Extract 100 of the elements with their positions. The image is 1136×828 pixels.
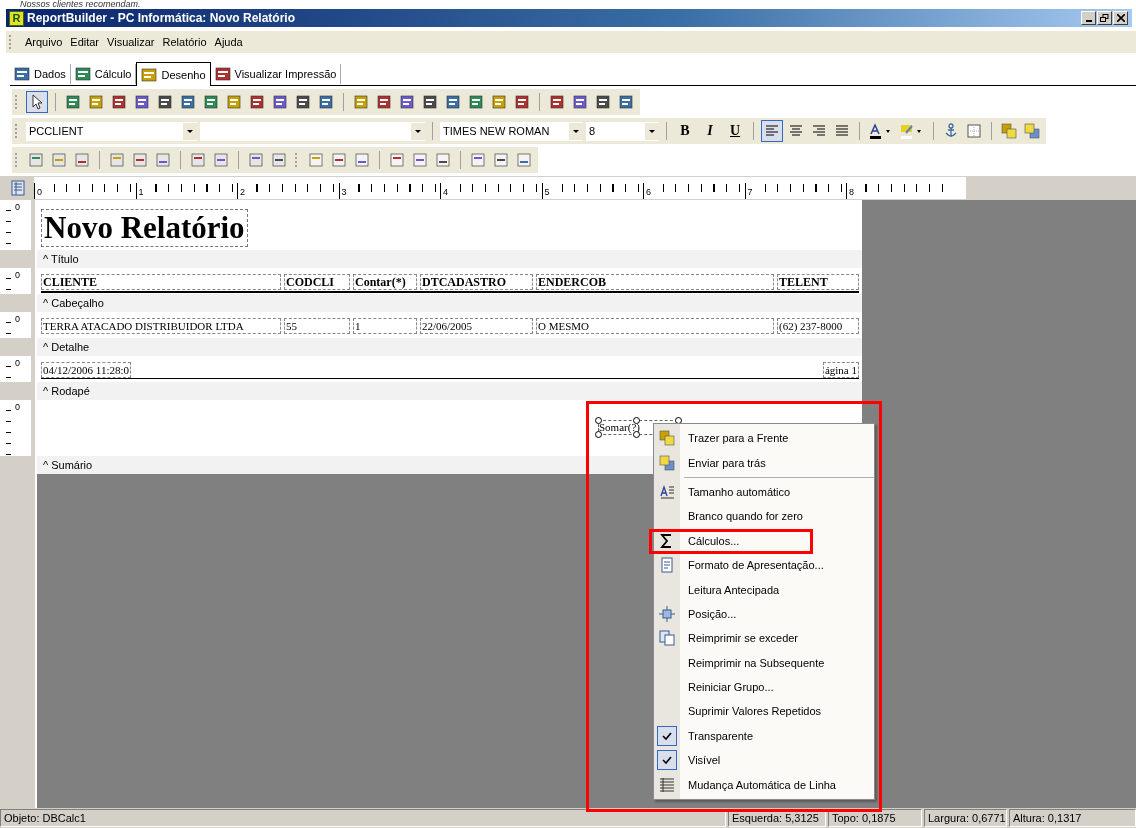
toolbar-icon[interactable] [248,152,264,168]
justify-icon[interactable] [834,123,850,139]
context-menu-item[interactable]: Formato de Apresentação... [654,552,874,578]
toolbar-icon[interactable] [203,94,219,110]
toolbar-icon[interactable] [354,152,370,168]
toolbar-icon[interactable] [271,152,287,168]
context-menu-item[interactable]: Visível [654,748,874,773]
band-label[interactable]: ^ Detalhe [37,338,862,356]
column-label[interactable]: Contar(*) [353,274,417,290]
minimize-button[interactable] [1081,11,1096,25]
bold-button[interactable]: B [674,120,696,142]
toolbar-icon[interactable] [549,94,565,110]
menu-item[interactable]: Visualizar [107,35,155,49]
field-value[interactable]: 22/06/2005 [420,318,533,334]
toolbar-icon[interactable] [318,94,334,110]
component-dropdown[interactable]: PCCLIENT [26,121,197,141]
toolbar-icon[interactable] [74,152,90,168]
context-menu-item[interactable]: Reiniciar Grupo... [654,674,874,700]
align-center-icon[interactable] [788,123,804,139]
font-color-icon[interactable] [869,123,893,139]
column-label[interactable]: CODCLI [284,274,350,290]
toolbar-icon[interactable] [376,94,392,110]
column-label[interactable]: DTCADASTRO [420,274,533,290]
menu-item[interactable]: Ajuda [214,35,243,49]
band-label[interactable]: ^ Cabeçalho [37,294,862,312]
context-menu-item[interactable]: Tamanho automático [654,479,874,505]
context-menu-item[interactable]: Suprimir Valores Repetidos [654,699,874,724]
toolbar-icon[interactable] [399,94,415,110]
tab[interactable]: Dados [10,64,71,84]
underline-button[interactable]: U [724,120,746,142]
toolbar-icon[interactable] [595,94,611,110]
menu-item[interactable]: Arquivo [25,35,63,49]
page-number-field[interactable]: ágina 1 [822,362,859,378]
close-button[interactable] [1113,11,1128,25]
context-menu-item[interactable]: Branco quando for zero [654,504,874,529]
toolbar-icon[interactable] [157,94,173,110]
tab[interactable]: Desenho [136,62,211,86]
toolbar-icon[interactable] [155,152,171,168]
font-size-dropdown[interactable]: 8 [586,121,659,141]
toolbar-icon[interactable] [295,94,311,110]
align-right-icon[interactable] [811,123,827,139]
toolbar-icon[interactable] [514,94,530,110]
anchor-icon[interactable] [943,123,959,139]
toolbar-icon[interactable] [180,94,196,110]
bring-to-front-icon[interactable] [1001,123,1017,139]
toolbar-icon[interactable] [389,152,405,168]
field-value[interactable]: O MESMO [536,318,774,334]
context-menu-item[interactable]: Reimprimir se exceder [654,626,874,651]
toolbar-icon[interactable] [190,152,206,168]
restore-button[interactable] [1097,11,1112,25]
context-menu-item[interactable]: Cálculos... [654,528,874,553]
field-value[interactable]: 55 [284,318,350,334]
italic-button[interactable]: I [699,120,721,142]
menu-item[interactable]: Editar [70,35,100,49]
column-label[interactable]: ENDERCOB [536,274,774,290]
column-label[interactable]: TELENT [777,274,859,290]
toolbar-icon[interactable] [249,94,265,110]
context-menu-item[interactable]: Posição... [654,601,874,627]
toolbar-icon[interactable] [132,152,148,168]
font-dropdown[interactable]: TIMES NEW ROMAN [440,121,583,141]
tab[interactable]: Visualizar Impressão [210,64,342,84]
menu-item[interactable]: Relatório [162,35,207,49]
send-to-back-icon[interactable] [1024,123,1040,139]
toolbar-icon[interactable] [422,94,438,110]
toolbar-icon[interactable] [111,94,127,110]
toolbar-icon[interactable] [445,94,461,110]
context-menu-item[interactable]: Transparente [654,723,874,749]
report-title[interactable]: Novo Relatório [41,209,248,247]
band-label[interactable]: ^ Rodapé [37,382,862,400]
context-menu-item[interactable]: Mudança Automática de Linha [654,772,874,797]
column-label[interactable]: CLIENTE [41,274,281,290]
toolbar-icon[interactable] [331,152,347,168]
toolbar-icon[interactable] [516,152,532,168]
toolbar-icon[interactable] [134,94,150,110]
toolbar-icon[interactable] [572,94,588,110]
toolbar-icon[interactable] [412,152,428,168]
toolbar-icon[interactable] [65,94,81,110]
band-label[interactable]: ^ Título [37,250,862,268]
toolbar-icon[interactable] [470,152,486,168]
pointer-tool-button[interactable] [26,91,48,113]
tab[interactable]: Cálculo [70,64,137,84]
context-menu-item[interactable]: Reimprimir na Subsequente [654,650,874,675]
align-left-button[interactable] [761,120,783,142]
field-dropdown[interactable] [200,121,425,141]
toolbar-icon[interactable] [618,94,634,110]
context-menu-item[interactable]: Leitura Antecipada [654,577,874,602]
toolbar-icon[interactable] [493,152,509,168]
field-value[interactable]: TERRA ATACADO DISTRIBUIDOR LTDA [41,318,281,334]
highlight-color-icon[interactable] [900,123,924,139]
ruler-toggle-icon[interactable] [10,180,26,196]
toolbar-icon[interactable] [468,94,484,110]
border-icon[interactable] [966,123,982,139]
field-value[interactable]: 1 [353,318,417,334]
close-icon [1116,14,1125,22]
toolbar-icon[interactable] [213,152,229,168]
toolbar-icon[interactable] [435,152,451,168]
date-field[interactable]: 04/12/2006 11:28:0 [41,362,132,378]
toolbar-icon[interactable] [272,94,288,110]
band-ruler-mark: 0 [15,358,20,368]
field-value[interactable]: (62) 237-8000 [777,318,859,334]
